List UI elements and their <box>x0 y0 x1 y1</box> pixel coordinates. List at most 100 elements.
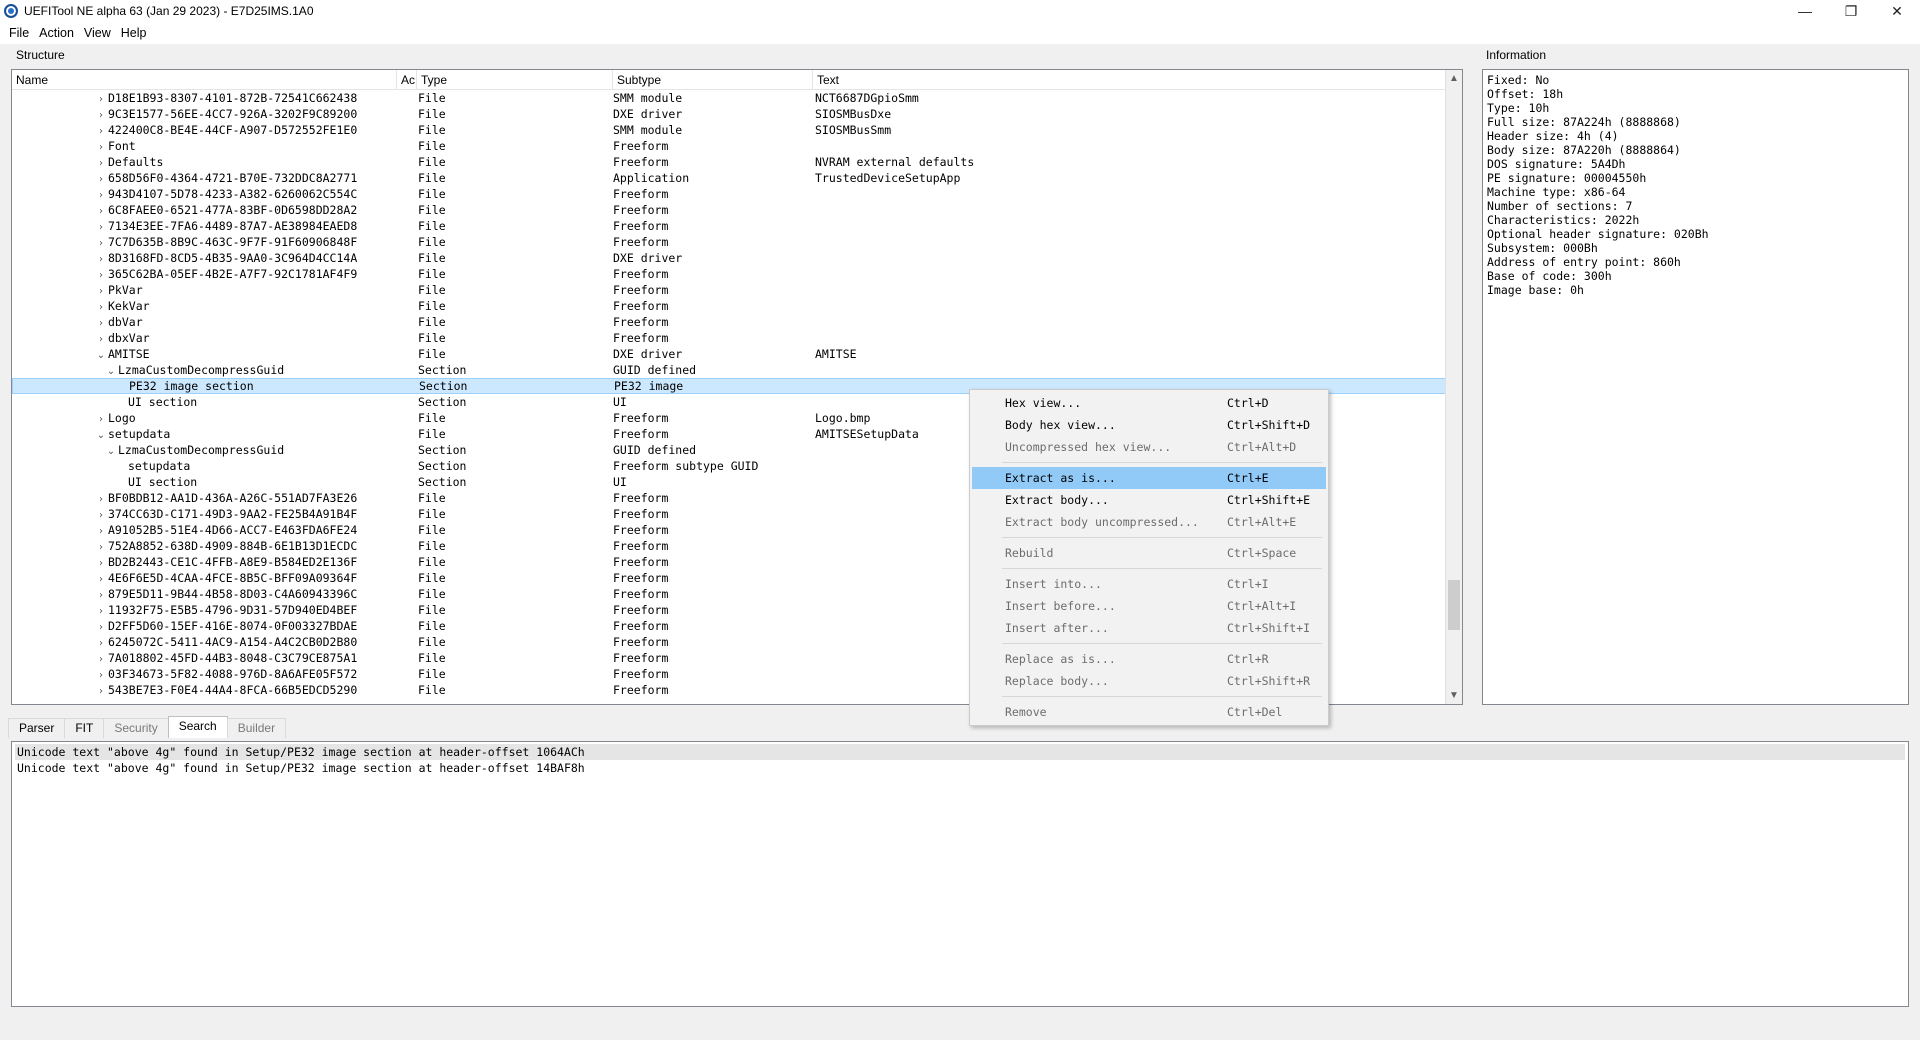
tree-row[interactable]: ⌄ AMITSE File DXE driver AMITSE <box>12 346 1448 362</box>
context-menu-item[interactable]: Hex view... Ctrl+D <box>972 392 1326 414</box>
menu-view[interactable]: View <box>79 26 116 40</box>
tab-fit[interactable]: FIT <box>64 718 105 738</box>
menu-item-shortcut: Ctrl+Shift+E <box>1227 493 1311 507</box>
tree-row[interactable]: › 7134E3EE-7FA6-4489-87A7-AE38984EAED8 Fil… <box>12 218 1448 234</box>
menu-item-label: Uncompressed hex view... <box>1005 440 1172 454</box>
menu-file[interactable]: File <box>4 26 34 40</box>
menu-action[interactable]: Action <box>34 26 79 40</box>
menu-item-shortcut: Ctrl+R <box>1227 652 1269 666</box>
scroll-down-arrow-icon[interactable]: ▼ <box>1446 687 1462 704</box>
context-menu-item[interactable]: Body hex view... Ctrl+Shift+D <box>972 414 1326 436</box>
info-line: Full size: 87A224h (8888868) <box>1487 115 1681 129</box>
tree-cell-subtype: Freeform <box>613 571 669 585</box>
context-menu-item[interactable]: Extract body uncompressed... Ctrl+Alt+E <box>972 511 1326 533</box>
tree-item-label: 374CC63D-C171-49D3-9AA2-FE25B4A91B4F <box>108 507 358 521</box>
context-menu-item[interactable]: Extract as is... Ctrl+E <box>972 467 1326 489</box>
tree-cell-type: File <box>418 555 446 569</box>
tree-cell-type: File <box>418 139 446 153</box>
tree-row[interactable]: › dbVar File Freeform <box>12 314 1448 330</box>
menu-item-label: Insert after... <box>1005 621 1109 635</box>
column-type[interactable]: Type <box>417 70 613 90</box>
info-line: Fixed: No <box>1487 73 1550 87</box>
tab-builder[interactable]: Builder <box>226 718 287 738</box>
tree-item-label: BF0BDB12-AA1D-436A-A26C-551AD7FA3E26 <box>108 491 358 505</box>
menu-item-label: Extract as is... <box>1005 471 1116 485</box>
tree-row[interactable]: › 658D56F0-4364-4721-B70E-732DDC8A2771 Fil… <box>12 170 1448 186</box>
tree-cell-type: File <box>418 155 446 169</box>
tree-cell-subtype: Freeform <box>613 139 669 153</box>
tree-cell-type: Section <box>419 379 468 393</box>
menu-item-shortcut: Ctrl+E <box>1227 471 1269 485</box>
tree-cell-type: Section <box>418 443 467 457</box>
scrollbar-thumb[interactable] <box>1448 580 1460 630</box>
context-menu-item[interactable]: Extract body... Ctrl+Shift+E <box>972 489 1326 511</box>
scroll-up-arrow-icon[interactable]: ▲ <box>1446 70 1462 87</box>
column-subtype[interactable]: Subtype <box>613 70 813 90</box>
tree-cell-type: File <box>418 91 446 105</box>
minimize-button[interactable]: — <box>1782 0 1828 22</box>
tree-row[interactable]: › D18E1B93-8307-4101-872B-72541C662438 Fil… <box>12 90 1448 106</box>
tree-cell-subtype: Freeform <box>613 603 669 617</box>
column-text[interactable]: Text <box>813 70 1448 90</box>
context-menu-item[interactable]: Uncompressed hex view... Ctrl+Alt+D <box>972 436 1326 458</box>
tree-item-label: 422400C8-BE4E-44CF-A907-D572552FE1E0 <box>108 123 358 137</box>
context-menu-item[interactable]: Remove Ctrl+Del <box>972 701 1326 723</box>
tree-row[interactable]: › Font File Freeform <box>12 138 1448 154</box>
context-menu-item[interactable]: Replace body... Ctrl+Shift+R <box>972 670 1326 692</box>
context-menu-item[interactable]: Insert after... Ctrl+Shift+I <box>972 617 1326 639</box>
tree-cell-type: File <box>418 603 446 617</box>
tree-item-label: D2FF5D60-15EF-416E-8074-0F003327BDAE <box>108 619 358 633</box>
search-result-item[interactable]: Unicode text "above 4g" found in Setup/P… <box>15 760 1905 776</box>
search-results-list[interactable]: Unicode text "above 4g" found in Setup/P… <box>11 741 1909 1007</box>
restore-button[interactable]: ❐ <box>1828 0 1874 22</box>
tree-row[interactable]: ⌄ LzmaCustomDecompressGuid Section GUID def… <box>12 362 1448 378</box>
info-line: Number of sections: 7 <box>1487 199 1633 213</box>
tree-row[interactable]: › 7C7D635B-8B9C-463C-9F7F-91F60906848F Fil… <box>12 234 1448 250</box>
tree-cell-type: Section <box>418 475 467 489</box>
tree-item-label: KekVar <box>108 299 150 313</box>
tree-cell-subtype: Freeform <box>613 283 669 297</box>
tree-cell-name: UI section <box>12 474 402 490</box>
tree-row[interactable]: › 8D3168FD-8CD5-4B35-9AA0-3C964D4CC14A Fil… <box>12 250 1448 266</box>
tree-item-label: Logo <box>108 411 136 425</box>
tree-row[interactable]: › 9C3E1577-56EE-4CC7-926A-3202F9C89200 Fil… <box>12 106 1448 122</box>
tree-row[interactable]: › 943D4107-5D78-4233-A382-6260062C554C Fil… <box>12 186 1448 202</box>
tree-cell-type: File <box>418 171 446 185</box>
search-result-item[interactable]: Unicode text "above 4g" found in Setup/P… <box>15 744 1905 760</box>
menu-item-label: Extract body... <box>1005 493 1109 507</box>
tree-row[interactable]: › 6C8FAEE0-6521-477A-83BF-0D6598DD28A2 Fil… <box>12 202 1448 218</box>
information-panel[interactable]: Fixed: No Offset: 18h Type: 10h Full size: … <box>1482 69 1909 705</box>
tree-cell-subtype: Freeform <box>613 587 669 601</box>
close-button[interactable]: ✕ <box>1874 0 1920 22</box>
menu-separator <box>972 564 1326 573</box>
menu-help[interactable]: Help <box>116 26 152 40</box>
tree-cell-type: File <box>418 219 446 233</box>
app-gear-icon <box>4 4 18 18</box>
collapsed-chevron-icon[interactable]: › <box>96 684 106 700</box>
tree-row[interactable]: › Defaults File Freeform NVRAM external defa… <box>12 154 1448 170</box>
context-menu-item[interactable]: Insert into... Ctrl+I <box>972 573 1326 595</box>
tree-row[interactable]: › KekVar File Freeform <box>12 298 1448 314</box>
tree-vertical-scrollbar[interactable]: ▲ ▼ <box>1445 70 1462 704</box>
tree-cell-type: File <box>418 251 446 265</box>
tree-row[interactable]: › 365C62BA-05EF-4B2E-A7F7-92C1781AF4F9 Fil… <box>12 266 1448 282</box>
tree-row[interactable]: › 422400C8-BE4E-44CF-A907-D572552FE1E0 Fil… <box>12 122 1448 138</box>
tree-cell-subtype: Freeform <box>613 619 669 633</box>
tree-cell-type: File <box>418 315 446 329</box>
tree-cell-subtype: Freeform <box>613 667 669 681</box>
column-action[interactable]: Ac <box>397 70 417 90</box>
tree-item-label: dbxVar <box>108 331 150 345</box>
context-menu-item[interactable]: Replace as is... Ctrl+R <box>972 648 1326 670</box>
tree-cell-type: File <box>418 619 446 633</box>
tree-row[interactable]: › dbxVar File Freeform <box>12 330 1448 346</box>
tree-cell-subtype: Freeform <box>613 683 669 697</box>
tab-security[interactable]: Security <box>103 718 169 738</box>
tree-row[interactable]: › PkVar File Freeform <box>12 282 1448 298</box>
tab-search[interactable]: Search <box>167 716 228 738</box>
tree-cell-type: File <box>418 587 446 601</box>
menu-item-shortcut: Ctrl+Alt+E <box>1227 515 1297 529</box>
context-menu-item[interactable]: Insert before... Ctrl+Alt+I <box>972 595 1326 617</box>
column-name[interactable]: Name <box>12 70 397 90</box>
tab-parser[interactable]: Parser <box>8 718 66 738</box>
context-menu-item[interactable]: Rebuild Ctrl+Space <box>972 542 1326 564</box>
